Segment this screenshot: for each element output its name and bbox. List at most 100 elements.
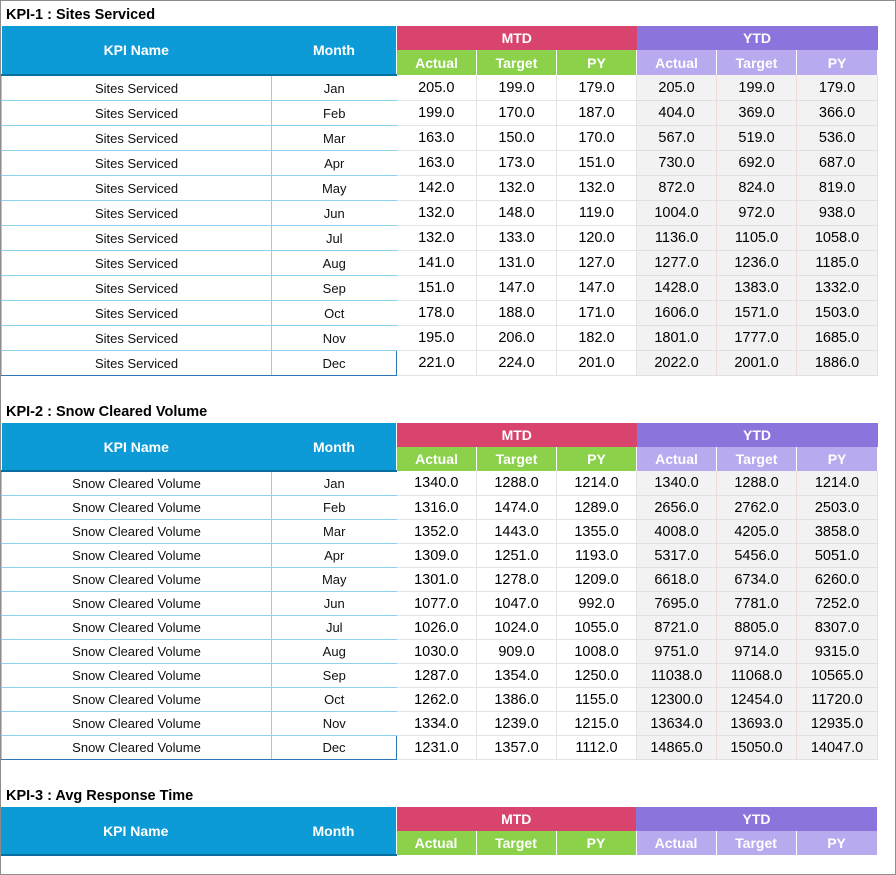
- cell-mtd-target[interactable]: 1474.0: [476, 495, 557, 520]
- cell-ytd-py[interactable]: 8307.0: [796, 615, 879, 640]
- cell-month[interactable]: Aug: [271, 639, 397, 664]
- cell-month[interactable]: Dec: [271, 735, 397, 760]
- cell-ytd-target[interactable]: 2001.0: [716, 350, 798, 376]
- cell-month[interactable]: May: [271, 175, 397, 201]
- cell-kpi-name[interactable]: Snow Cleared Volume: [1, 663, 272, 688]
- cell-mtd-py[interactable]: 179.0: [556, 75, 638, 101]
- cell-ytd-py[interactable]: 9315.0: [796, 639, 879, 664]
- cell-mtd-py[interactable]: 1008.0: [556, 639, 638, 664]
- header-mtd-target[interactable]: Target: [476, 50, 557, 75]
- cell-mtd-py[interactable]: 992.0: [556, 591, 638, 616]
- cell-mtd-actual[interactable]: 141.0: [396, 250, 477, 276]
- cell-mtd-py[interactable]: 1055.0: [556, 615, 638, 640]
- cell-ytd-py[interactable]: 12935.0: [796, 711, 879, 736]
- cell-ytd-py[interactable]: 6260.0: [796, 567, 879, 592]
- cell-ytd-target[interactable]: 972.0: [716, 200, 798, 226]
- cell-ytd-target[interactable]: 5456.0: [716, 543, 798, 568]
- header-ytd-py[interactable]: PY: [796, 447, 879, 471]
- header-ytd-py[interactable]: PY: [795, 831, 878, 855]
- cell-mtd-actual[interactable]: 151.0: [396, 275, 477, 301]
- cell-month[interactable]: Jul: [271, 225, 397, 251]
- cell-mtd-py[interactable]: 201.0: [556, 350, 638, 376]
- cell-month[interactable]: Sep: [271, 275, 397, 301]
- cell-ytd-target[interactable]: 369.0: [716, 100, 798, 126]
- cell-ytd-actual[interactable]: 5317.0: [636, 543, 718, 568]
- cell-ytd-py[interactable]: 14047.0: [796, 735, 879, 760]
- cell-mtd-target[interactable]: 1024.0: [476, 615, 557, 640]
- cell-kpi-name[interactable]: Sites Serviced: [1, 150, 272, 176]
- cell-ytd-actual[interactable]: 6618.0: [636, 567, 718, 592]
- header-mtd-target[interactable]: Target: [475, 831, 557, 855]
- cell-ytd-py[interactable]: 1685.0: [796, 325, 879, 351]
- header-ytd-target[interactable]: Target: [716, 447, 798, 471]
- header-mtd[interactable]: MTD: [395, 423, 637, 447]
- cell-mtd-py[interactable]: 182.0: [556, 325, 638, 351]
- cell-mtd-py[interactable]: 127.0: [556, 250, 638, 276]
- cell-kpi-name[interactable]: Sites Serviced: [1, 325, 272, 351]
- cell-mtd-py[interactable]: 171.0: [556, 300, 638, 326]
- cell-kpi-name[interactable]: Snow Cleared Volume: [1, 495, 272, 520]
- header-ytd-actual[interactable]: Actual: [635, 831, 717, 855]
- header-mtd-target[interactable]: Target: [476, 447, 557, 471]
- cell-kpi-name[interactable]: Sites Serviced: [1, 200, 272, 226]
- cell-mtd-py[interactable]: 1112.0: [556, 735, 638, 760]
- cell-mtd-target[interactable]: 224.0: [476, 350, 557, 376]
- cell-ytd-target[interactable]: 8805.0: [716, 615, 798, 640]
- cell-ytd-py[interactable]: 1503.0: [796, 300, 879, 326]
- cell-mtd-actual[interactable]: 1026.0: [396, 615, 477, 640]
- cell-mtd-target[interactable]: 1386.0: [476, 687, 557, 712]
- header-ytd-actual[interactable]: Actual: [636, 447, 718, 471]
- cell-ytd-actual[interactable]: 1277.0: [636, 250, 718, 276]
- cell-kpi-name[interactable]: Snow Cleared Volume: [1, 735, 272, 760]
- cell-ytd-target[interactable]: 1105.0: [716, 225, 798, 251]
- cell-ytd-target[interactable]: 11068.0: [716, 663, 798, 688]
- cell-ytd-actual[interactable]: 1136.0: [636, 225, 718, 251]
- cell-ytd-target[interactable]: 1383.0: [716, 275, 798, 301]
- cell-ytd-target[interactable]: 15050.0: [716, 735, 798, 760]
- cell-ytd-py[interactable]: 1214.0: [796, 471, 879, 496]
- cell-ytd-target[interactable]: 4205.0: [716, 519, 798, 544]
- cell-ytd-py[interactable]: 179.0: [796, 75, 879, 101]
- cell-mtd-target[interactable]: 1239.0: [476, 711, 557, 736]
- cell-mtd-actual[interactable]: 1352.0: [396, 519, 477, 544]
- cell-month[interactable]: Oct: [271, 687, 397, 712]
- cell-month[interactable]: Feb: [271, 495, 397, 520]
- cell-month[interactable]: Jan: [271, 471, 397, 496]
- header-month[interactable]: Month: [271, 26, 397, 76]
- cell-kpi-name[interactable]: Snow Cleared Volume: [1, 519, 272, 544]
- cell-ytd-actual[interactable]: 1801.0: [636, 325, 718, 351]
- cell-kpi-name[interactable]: Snow Cleared Volume: [1, 711, 272, 736]
- cell-ytd-py[interactable]: 687.0: [796, 150, 879, 176]
- cell-mtd-target[interactable]: 133.0: [476, 225, 557, 251]
- cell-ytd-py[interactable]: 1886.0: [796, 350, 879, 376]
- cell-month[interactable]: Apr: [271, 543, 397, 568]
- cell-mtd-py[interactable]: 1209.0: [556, 567, 638, 592]
- cell-mtd-target[interactable]: 1288.0: [476, 471, 557, 496]
- cell-ytd-target[interactable]: 2762.0: [716, 495, 798, 520]
- cell-ytd-target[interactable]: 6734.0: [716, 567, 798, 592]
- cell-mtd-py[interactable]: 147.0: [556, 275, 638, 301]
- cell-mtd-actual[interactable]: 132.0: [396, 200, 477, 226]
- cell-mtd-actual[interactable]: 132.0: [396, 225, 477, 251]
- cell-ytd-target[interactable]: 1571.0: [716, 300, 798, 326]
- cell-kpi-name[interactable]: Sites Serviced: [1, 125, 272, 151]
- cell-month[interactable]: Nov: [271, 711, 397, 736]
- cell-mtd-actual[interactable]: 142.0: [396, 175, 477, 201]
- cell-ytd-py[interactable]: 938.0: [796, 200, 879, 226]
- cell-month[interactable]: Nov: [271, 325, 397, 351]
- cell-month[interactable]: Dec: [271, 350, 397, 376]
- cell-ytd-actual[interactable]: 12300.0: [636, 687, 718, 712]
- cell-kpi-name[interactable]: Snow Cleared Volume: [1, 615, 272, 640]
- cell-mtd-actual[interactable]: 1340.0: [396, 471, 477, 496]
- cell-ytd-py[interactable]: 3858.0: [796, 519, 879, 544]
- cell-month[interactable]: Oct: [271, 300, 397, 326]
- cell-ytd-actual[interactable]: 2656.0: [636, 495, 718, 520]
- cell-ytd-py[interactable]: 1058.0: [796, 225, 879, 251]
- cell-mtd-py[interactable]: 187.0: [556, 100, 638, 126]
- cell-mtd-target[interactable]: 1443.0: [476, 519, 557, 544]
- cell-kpi-name[interactable]: Sites Serviced: [1, 175, 272, 201]
- cell-ytd-target[interactable]: 12454.0: [716, 687, 798, 712]
- cell-month[interactable]: Sep: [271, 663, 397, 688]
- cell-ytd-actual[interactable]: 9751.0: [636, 639, 718, 664]
- cell-ytd-py[interactable]: 10565.0: [796, 663, 879, 688]
